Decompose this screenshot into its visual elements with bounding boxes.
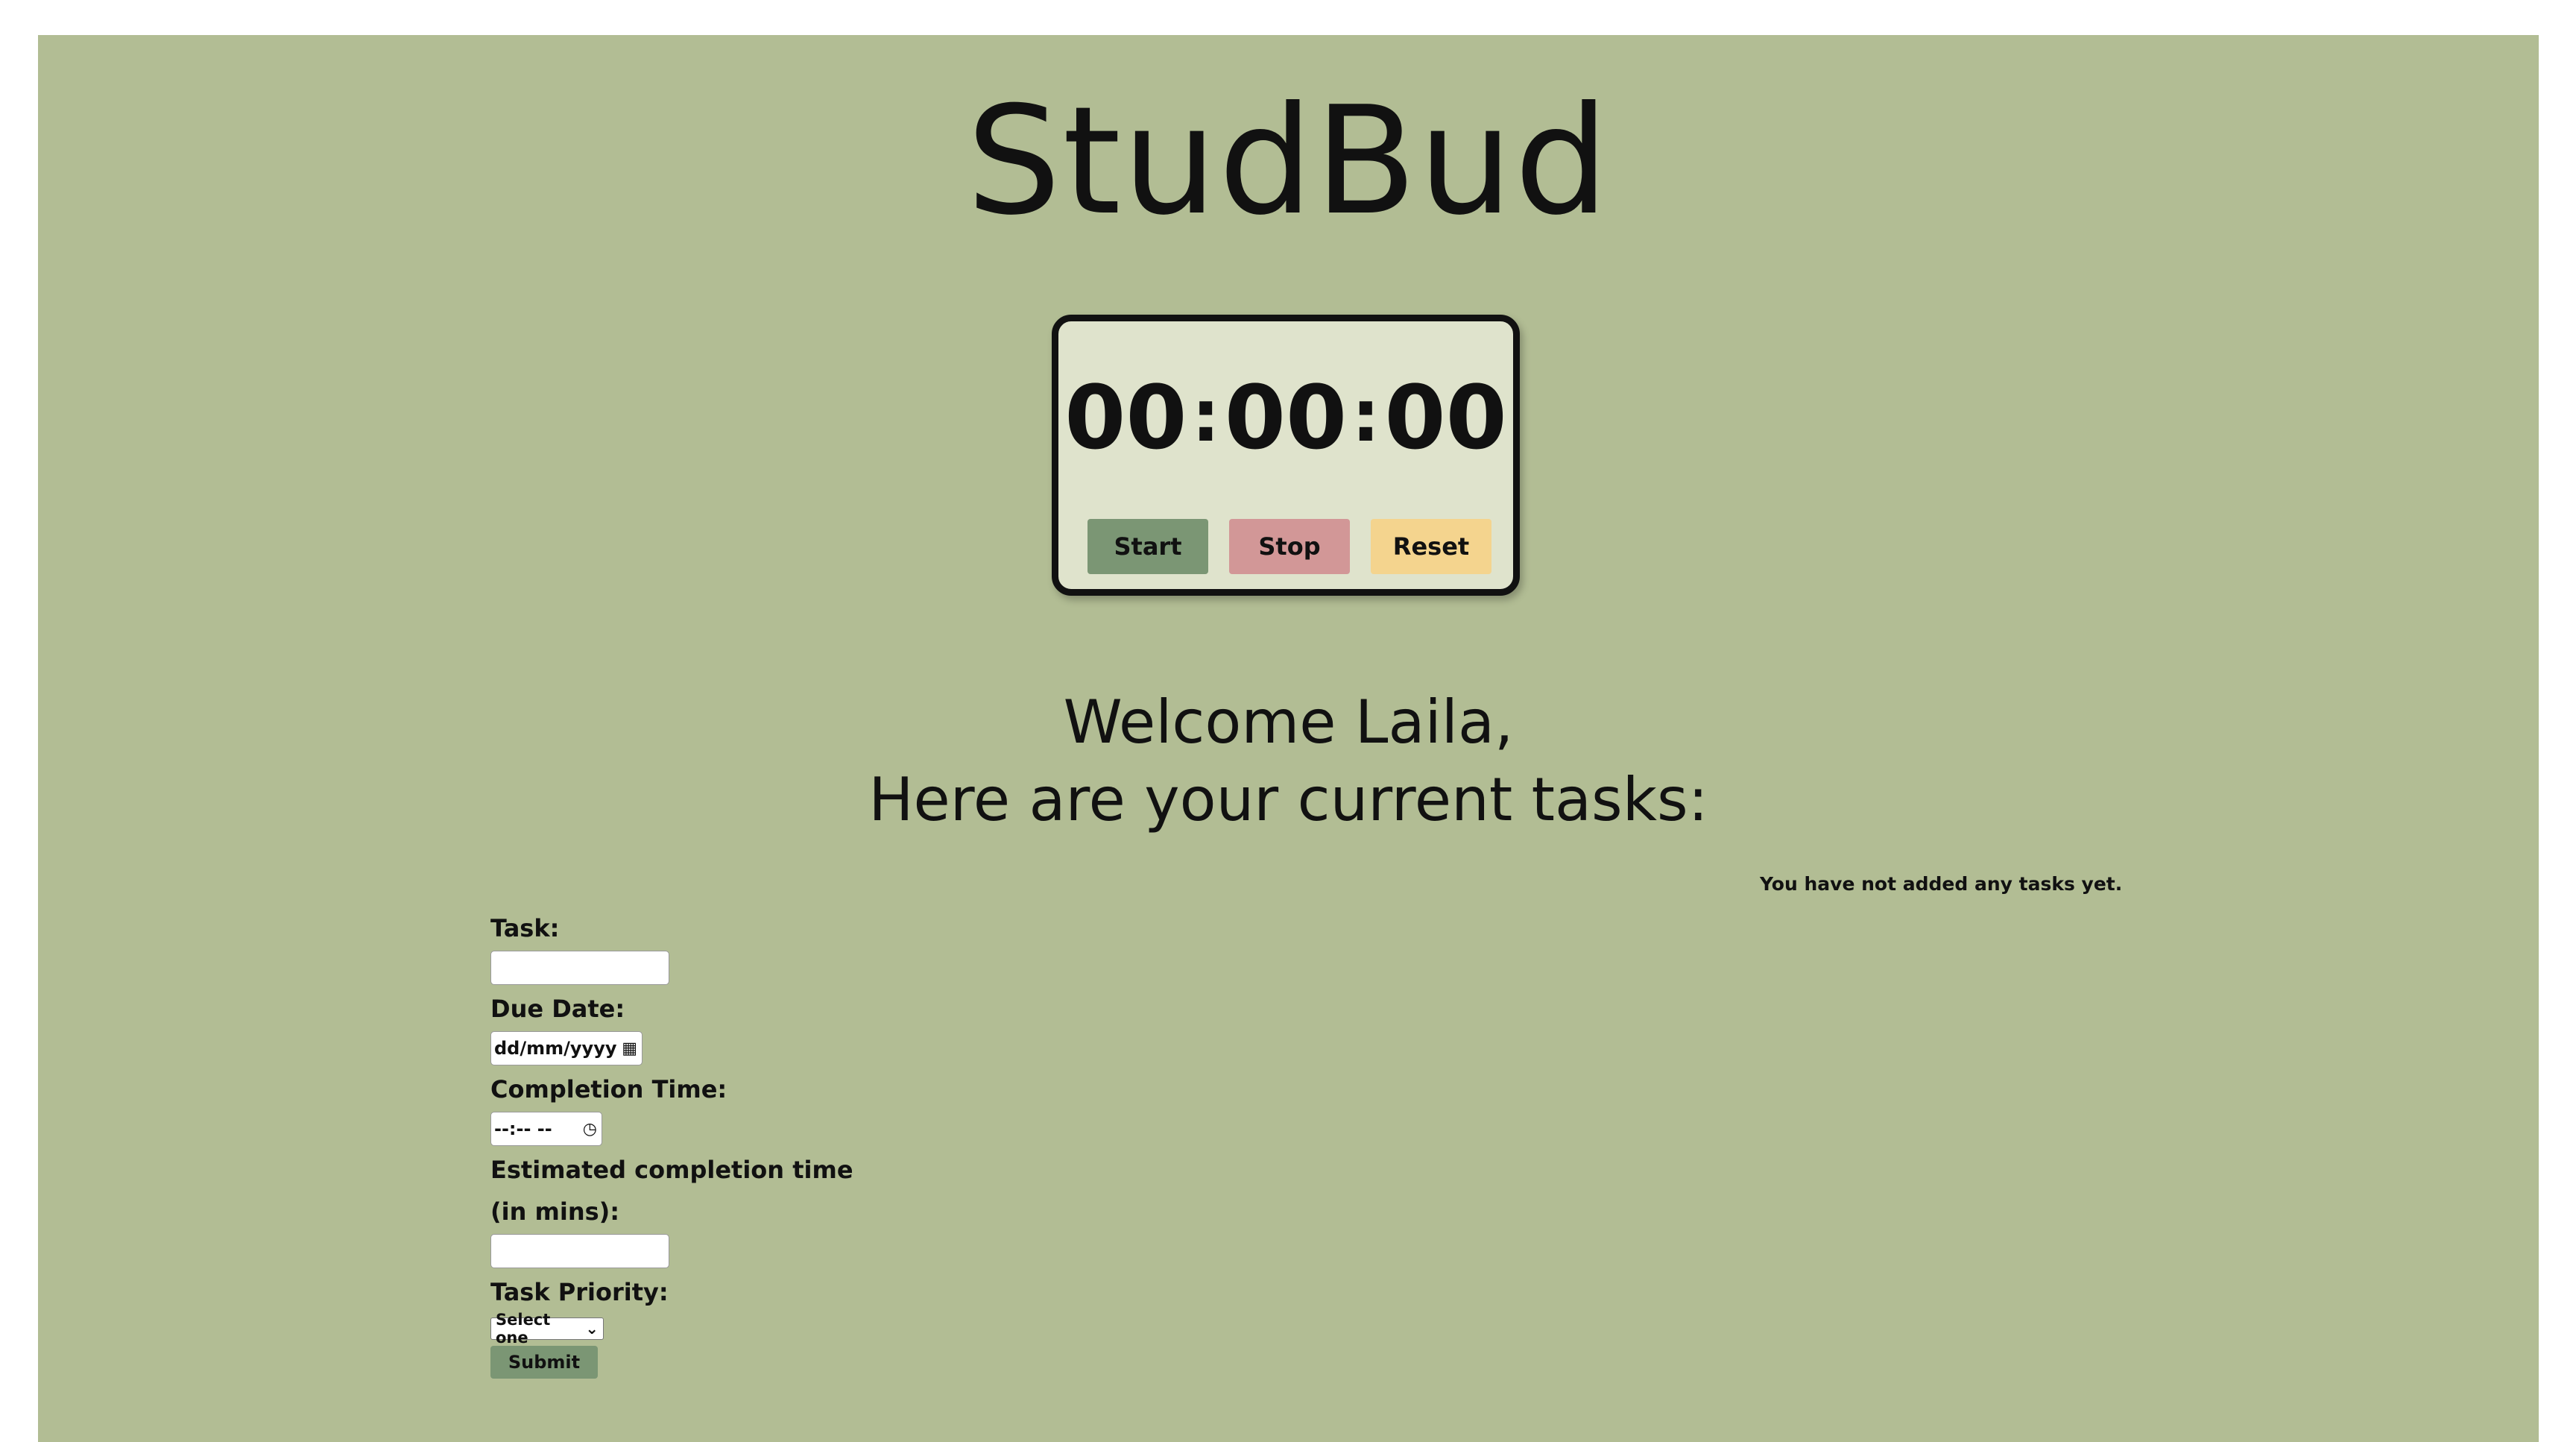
task-form: Task: Due Date: dd/mm/yyyy ▦ Completion … <box>490 907 863 1379</box>
completion-time-label: Completion Time: <box>490 1075 727 1103</box>
task-label: Task: <box>490 914 560 942</box>
timer-separator: : <box>1191 374 1220 458</box>
app-page: StudBud 00:00:00 Start Stop Reset Welcom… <box>38 35 2539 1442</box>
app-title: StudBud <box>966 75 1611 248</box>
stop-button[interactable]: Stop <box>1229 519 1350 574</box>
due-date-input[interactable]: dd/mm/yyyy ▦ <box>490 1031 643 1065</box>
timer-seconds: 00 <box>1384 366 1507 469</box>
welcome-heading: Welcome Laila, Here are your current tas… <box>38 684 2539 839</box>
completion-time-input[interactable]: --:-- -- ◷ <box>490 1112 602 1146</box>
priority-select[interactable]: Select one ⌄ <box>490 1311 604 1347</box>
reset-button[interactable]: Reset <box>1371 519 1491 574</box>
priority-label: Task Priority: <box>490 1278 669 1306</box>
estimate-label: Estimated completion time (in mins): <box>490 1156 853 1226</box>
calendar-icon[interactable]: ▦ <box>622 1039 637 1058</box>
welcome-line: Welcome Laila, <box>1063 687 1514 757</box>
timer-display: 00:00:00 <box>1058 374 1513 462</box>
completion-time-placeholder: --:-- -- <box>494 1118 552 1139</box>
submit-button[interactable]: Submit <box>490 1346 598 1379</box>
stopwatch-card: 00:00:00 Start Stop Reset <box>1052 315 1520 596</box>
empty-tasks-message: You have not added any tasks yet. <box>1760 873 2123 895</box>
priority-selected-value: Select one <box>496 1311 551 1347</box>
timer-minutes: 00 <box>1224 366 1348 469</box>
clock-icon[interactable]: ◷ <box>583 1120 597 1139</box>
due-date-label: Due Date: <box>490 995 625 1023</box>
task-input[interactable] <box>490 951 669 985</box>
start-button[interactable]: Start <box>1087 519 1208 574</box>
due-date-placeholder: dd/mm/yyyy <box>494 1038 617 1059</box>
chevron-down-icon: ⌄ <box>585 1320 599 1338</box>
timer-separator: : <box>1351 374 1380 458</box>
timer-hours: 00 <box>1064 366 1187 469</box>
estimate-input[interactable] <box>490 1234 669 1268</box>
tasks-heading: Here are your current tasks: <box>868 765 1708 834</box>
